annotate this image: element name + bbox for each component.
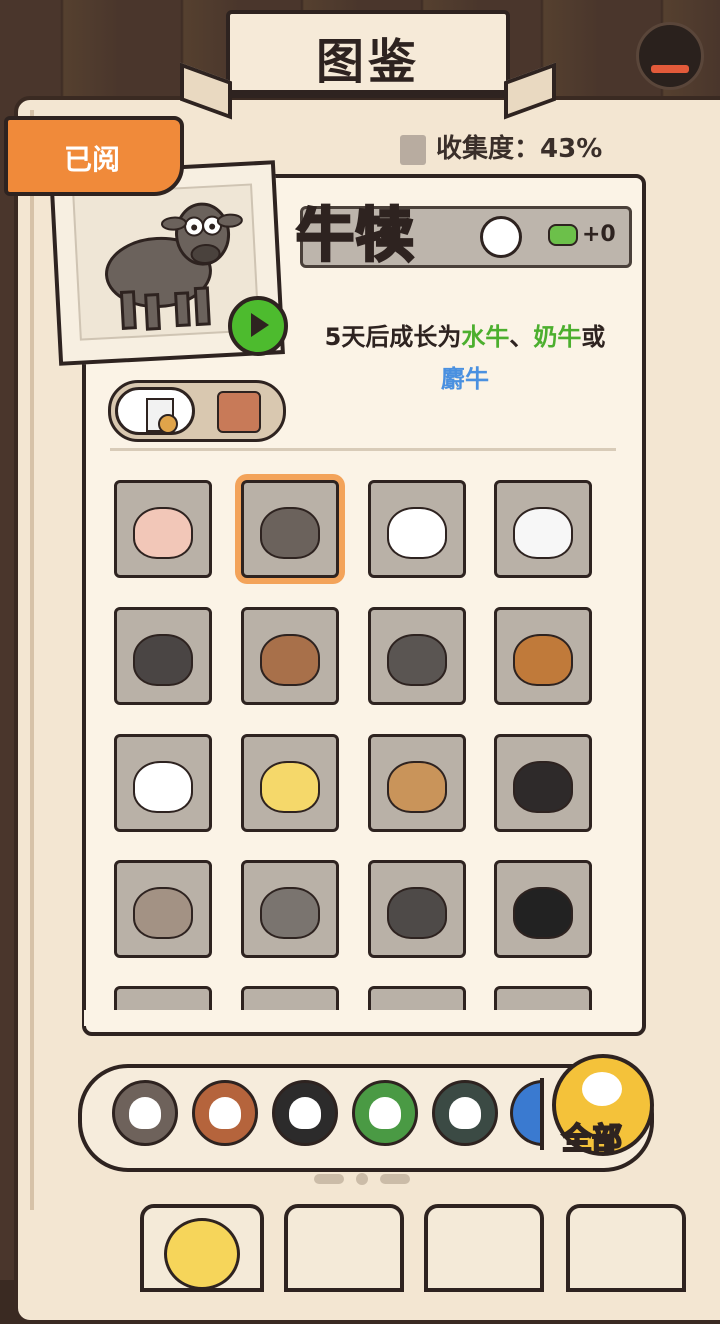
- book-icon: [400, 134, 426, 165]
- arrow-right-icon[interactable]: [380, 1174, 410, 1184]
- medal-icon: [158, 414, 178, 434]
- dog-icon: [513, 886, 573, 939]
- animal-cell[interactable]: [368, 734, 466, 832]
- desc-prefix: 5天后成长为: [324, 323, 462, 351]
- boar-icon: [133, 633, 193, 686]
- desc-sep-2: 或: [581, 323, 606, 351]
- animal-cell[interactable]: [494, 986, 592, 1012]
- animal-cell[interactable]: [114, 480, 212, 578]
- view-tabs: [108, 380, 286, 442]
- desc-sep-1: 、: [509, 323, 534, 351]
- category-glyph: [449, 1097, 481, 1129]
- reward-display: +0: [548, 222, 616, 247]
- paw-icon: [582, 1072, 622, 1106]
- tab-pets[interactable]: [424, 1204, 544, 1292]
- animal-cell[interactable]: [114, 607, 212, 705]
- tab-certificate[interactable]: [115, 387, 195, 435]
- animal-cell[interactable]: [114, 734, 212, 832]
- animal-cell[interactable]: [114, 986, 212, 1012]
- plant-icon[interactable]: [352, 1080, 418, 1146]
- animal-cell[interactable]: [241, 734, 339, 832]
- pony-icon: [260, 633, 320, 686]
- chick-icon: [164, 1218, 240, 1290]
- collection-label: 收集度：: [436, 134, 541, 164]
- wolf-icon: [387, 886, 447, 939]
- pig-icon: [133, 506, 193, 559]
- page-title: 图鉴: [315, 34, 420, 90]
- animal-cell[interactable]: [241, 480, 339, 578]
- category-separator: [540, 1078, 544, 1150]
- tab-animals[interactable]: [140, 1204, 264, 1292]
- title-banner: 图鉴: [226, 10, 510, 94]
- lamb-icon: [513, 506, 573, 559]
- tab-wardrobe[interactable]: [566, 1204, 686, 1292]
- divider: [110, 448, 616, 451]
- animal-cell[interactable]: [494, 734, 592, 832]
- all-category-label: 全部: [561, 1121, 623, 1158]
- page-indicator: [314, 1170, 410, 1188]
- category-glyph: [209, 1097, 241, 1129]
- ghost-icon[interactable]: [636, 22, 704, 90]
- animal-cell[interactable]: [494, 480, 592, 578]
- poultry-icon[interactable]: [192, 1080, 258, 1146]
- animal-cell[interactable]: [494, 860, 592, 958]
- sheep-icon: [387, 506, 447, 559]
- read-tag[interactable]: 已阅: [4, 116, 184, 196]
- arrow-left-icon[interactable]: [314, 1174, 344, 1184]
- category-glyph: [369, 1097, 401, 1129]
- egg-icon: [480, 216, 522, 258]
- donkey-icon: [387, 633, 447, 686]
- category-glyph: [129, 1097, 161, 1129]
- wild-icon[interactable]: [272, 1080, 338, 1146]
- tab-outfit[interactable]: [217, 391, 261, 433]
- animal-cell[interactable]: [494, 607, 592, 705]
- animal-cell[interactable]: [241, 860, 339, 958]
- animal-cell[interactable]: [368, 480, 466, 578]
- animal-cell[interactable]: [368, 860, 466, 958]
- grass-icon: [548, 224, 578, 246]
- animal-name: 牛犊: [294, 200, 417, 271]
- book-spine: [30, 110, 34, 1210]
- page-dot: [356, 1173, 368, 1185]
- grow-option-3: 麝牛: [441, 365, 489, 393]
- raccoon-icon: [260, 886, 320, 939]
- animal-cell[interactable]: [241, 986, 339, 1012]
- animal-cell[interactable]: [368, 986, 466, 1012]
- reward-value: +0: [582, 222, 616, 247]
- animal-cell[interactable]: [241, 607, 339, 705]
- grow-option-2: 奶牛: [533, 323, 582, 351]
- livestock-icon[interactable]: [112, 1080, 178, 1146]
- goose-icon: [133, 760, 193, 813]
- rooster-icon: [513, 633, 573, 686]
- collection-progress: 收集度：43%: [400, 128, 602, 165]
- collection-value: 43%: [540, 134, 603, 164]
- chick-icon: [260, 760, 320, 813]
- calf-icon: [260, 506, 320, 559]
- animal-grid: [86, 456, 634, 1012]
- animal-cell[interactable]: [114, 860, 212, 958]
- grid-fade: [84, 1010, 636, 1026]
- hen-icon: [387, 760, 447, 813]
- pet-icon[interactable]: [432, 1080, 498, 1146]
- pigeon-icon: [133, 886, 193, 939]
- animal-cell[interactable]: [368, 607, 466, 705]
- turkey-icon: [513, 760, 573, 813]
- grow-option-1: 水牛: [461, 323, 510, 351]
- read-tag-label: 已阅: [64, 143, 121, 176]
- growth-description: 5天后成长为水牛、奶牛或麝牛: [300, 316, 630, 400]
- tab-items[interactable]: [284, 1204, 404, 1292]
- all-category-button[interactable]: 全部: [552, 1054, 654, 1158]
- play-button[interactable]: [228, 296, 288, 356]
- category-glyph: [289, 1097, 321, 1129]
